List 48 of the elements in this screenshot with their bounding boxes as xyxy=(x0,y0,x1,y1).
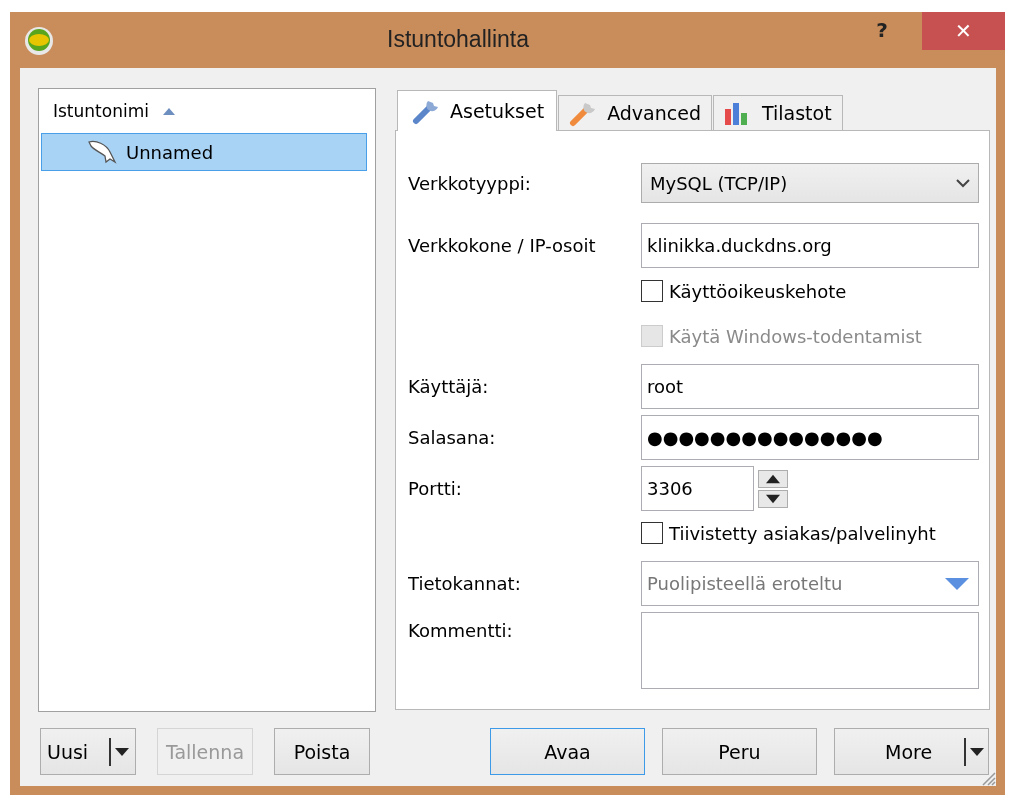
field-label: Verkkotyyppi: xyxy=(408,172,532,194)
resize-grip-icon xyxy=(980,770,996,786)
spin-down-button[interactable] xyxy=(758,489,788,508)
session-name: Unnamed xyxy=(126,141,214,163)
tab[interactable]: Asetukset xyxy=(397,90,558,131)
placeholder-text: Puolipisteellä eroteltu xyxy=(647,573,843,594)
dropdown-arrow-icon xyxy=(944,576,970,591)
input-field[interactable]: root xyxy=(641,364,979,409)
checkbox-label: Tiivistetty asiakas/palvelinyht xyxy=(669,522,936,544)
checkbox[interactable] xyxy=(641,280,663,302)
input-field[interactable]: klinikka.duckdns.org xyxy=(641,223,979,268)
caret-icon xyxy=(115,746,129,757)
split-button[interactable]: Uusi xyxy=(40,728,136,775)
up-arrow-icon xyxy=(766,473,780,484)
tab[interactable]: Advanced xyxy=(558,95,712,130)
dolphin-icon xyxy=(86,138,118,166)
button[interactable]: Poista xyxy=(274,728,370,775)
column-header[interactable]: Istuntonimi xyxy=(53,101,149,121)
field-label: Käyttäjä: xyxy=(408,376,490,397)
button[interactable]: Peru xyxy=(662,728,817,775)
checkbox-label: Käytä Windows-todentamist xyxy=(669,325,922,347)
tab[interactable]: Tilastot xyxy=(713,95,843,130)
spin-up-button[interactable] xyxy=(758,469,788,488)
field-label: Kommentti: xyxy=(408,620,514,641)
field-label: Salasana: xyxy=(408,427,497,448)
dropdown-value: MySQL (TCP/IP) xyxy=(650,172,788,194)
app-logo-icon xyxy=(24,26,54,56)
button: Tallenna xyxy=(157,728,253,775)
help-button[interactable]: ? xyxy=(862,18,902,42)
window-title: Istuntohallinta xyxy=(386,26,530,53)
port-field[interactable]: 3306 xyxy=(641,466,754,511)
down-arrow-icon xyxy=(766,493,780,504)
input-field[interactable]: ●●●●●●●●●●●●●●● xyxy=(641,415,979,460)
close-button[interactable]: ✕ xyxy=(922,12,1005,50)
button[interactable]: Avaa xyxy=(490,728,645,775)
session-item[interactable]: Unnamed xyxy=(41,133,367,171)
caret-icon xyxy=(956,178,970,188)
sort-arrow-icon xyxy=(162,107,175,115)
checkbox-label: Käyttöoikeuskehote xyxy=(669,280,847,302)
field-label: Portti: xyxy=(408,478,463,499)
checkbox[interactable] xyxy=(641,522,663,544)
field-label: Verkkokone / IP-osoit xyxy=(408,235,597,256)
database-combo-field[interactable]: Puolipisteellä eroteltu xyxy=(641,561,979,606)
field-label: Tietokannat: xyxy=(408,573,522,594)
caret-icon xyxy=(970,746,984,757)
network-type-dropdown[interactable]: MySQL (TCP/IP) xyxy=(641,163,979,203)
split-button[interactable]: More xyxy=(834,728,989,775)
comment-field[interactable] xyxy=(641,612,979,689)
